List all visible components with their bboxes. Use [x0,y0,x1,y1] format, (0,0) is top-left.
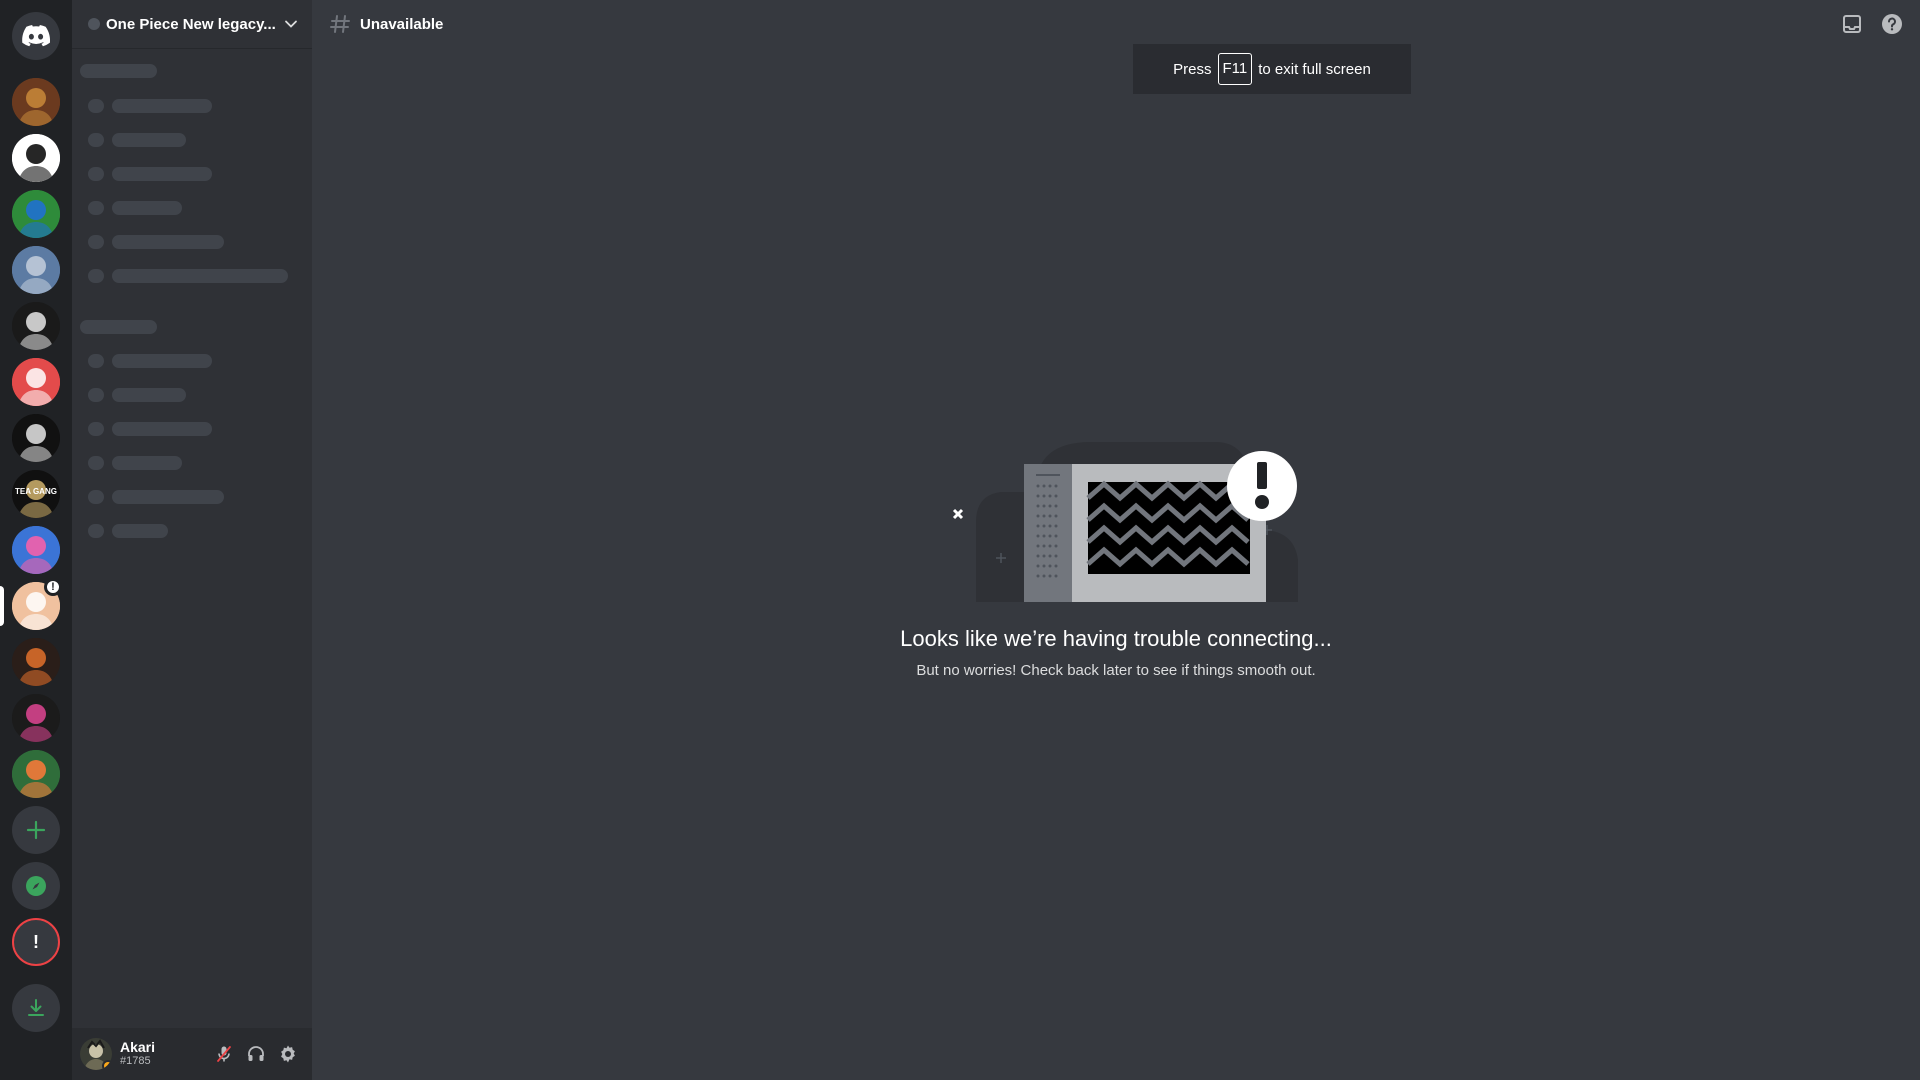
server-avatar-image [12,134,60,182]
server-icon-6[interactable] [12,358,60,406]
guild-status-icon [88,18,100,30]
server-icon-5[interactable] [12,302,60,350]
server-avatar-image [12,414,60,462]
alert-label: ! [33,931,39,952]
toast-suffix: to exit full screen [1258,60,1371,78]
server-avatar-image [12,78,60,126]
channel-sidebar: One Piece New legacy... Akari #1785 [72,0,312,1080]
help-icon [1882,14,1902,34]
discord-app: TEA GANG! ! One Piece New legacy... Akar… [0,0,1920,1080]
toast-prefix: Press [1173,60,1212,78]
connection-error: Looks like we’re having trouble connecti… [312,440,1920,679]
mute-button[interactable] [208,1038,240,1070]
server-icon-3[interactable] [12,190,60,238]
channel-title: Unavailable [360,15,444,33]
active-server-indicator [0,586,4,626]
server-alert-badge: ! [44,578,62,596]
download-apps-button[interactable] [12,984,60,1032]
user-tag: #1785 [120,1055,151,1067]
user-settings-button[interactable] [272,1038,304,1070]
topbar-actions [1840,12,1904,36]
server-avatar-image [12,694,60,742]
compass-icon [26,876,46,896]
server-icon-4[interactable] [12,246,60,294]
server-avatar-image [12,750,60,798]
connection-alert-button[interactable]: ! [12,918,60,966]
server-icon-2[interactable] [12,134,60,182]
home-button[interactable] [12,12,60,60]
inbox-icon [1843,15,1861,33]
category-placeholder [80,320,157,334]
server-label: TEA GANG [15,487,57,496]
plus-icon [26,820,46,840]
server-avatar-image [12,302,60,350]
explore-servers-button[interactable] [12,862,60,910]
microphone-muted-icon [217,1046,231,1062]
download-icon [28,999,44,1016]
user-name: Akari [120,1039,156,1055]
user-panel: Akari #1785 [72,1028,312,1080]
help-button[interactable] [1880,12,1904,36]
user-info: Akari #1785 [120,1040,208,1068]
server-icon-8[interactable]: TEA GANG [12,470,60,518]
discord-logo-icon [22,25,50,47]
main-content: Unavailable Press F11 to exit full scree… [312,0,1920,1080]
category-placeholder [80,64,157,78]
server-icon-1[interactable] [12,78,60,126]
add-server-button[interactable] [12,806,60,854]
error-subtitle: But no worries! Check back later to see … [916,662,1316,679]
avatar[interactable] [80,1038,112,1070]
headphones-icon [248,1046,264,1061]
server-avatar-image [12,246,60,294]
server-icon-13[interactable] [12,750,60,798]
user-status-icon [102,1060,112,1070]
server-icon-11[interactable] [12,638,60,686]
broken-computer-illustration [952,442,1298,602]
error-title: Looks like we’re having trouble connecti… [900,626,1332,651]
server-rail: TEA GANG! ! [0,0,72,1080]
server-icon-7[interactable] [12,414,60,462]
hash-icon [330,15,350,33]
inbox-button[interactable] [1840,12,1864,36]
fullscreen-toast: Press F11 to exit full screen [1133,44,1411,94]
server-avatar-image [12,638,60,686]
deafen-button[interactable] [240,1038,272,1070]
chevron-down-icon [285,20,297,28]
server-icon-9[interactable] [12,526,60,574]
toast-key: F11 [1217,53,1253,85]
server-icon-12[interactable] [12,694,60,742]
server-avatar-image [12,526,60,574]
guild-header[interactable]: One Piece New legacy... [72,0,312,48]
server-avatar-image [12,358,60,406]
guild-name: One Piece New legacy... [106,15,276,33]
channel-topbar: Unavailable [312,0,1920,48]
gear-icon [281,1045,295,1063]
server-avatar-image [12,190,60,238]
